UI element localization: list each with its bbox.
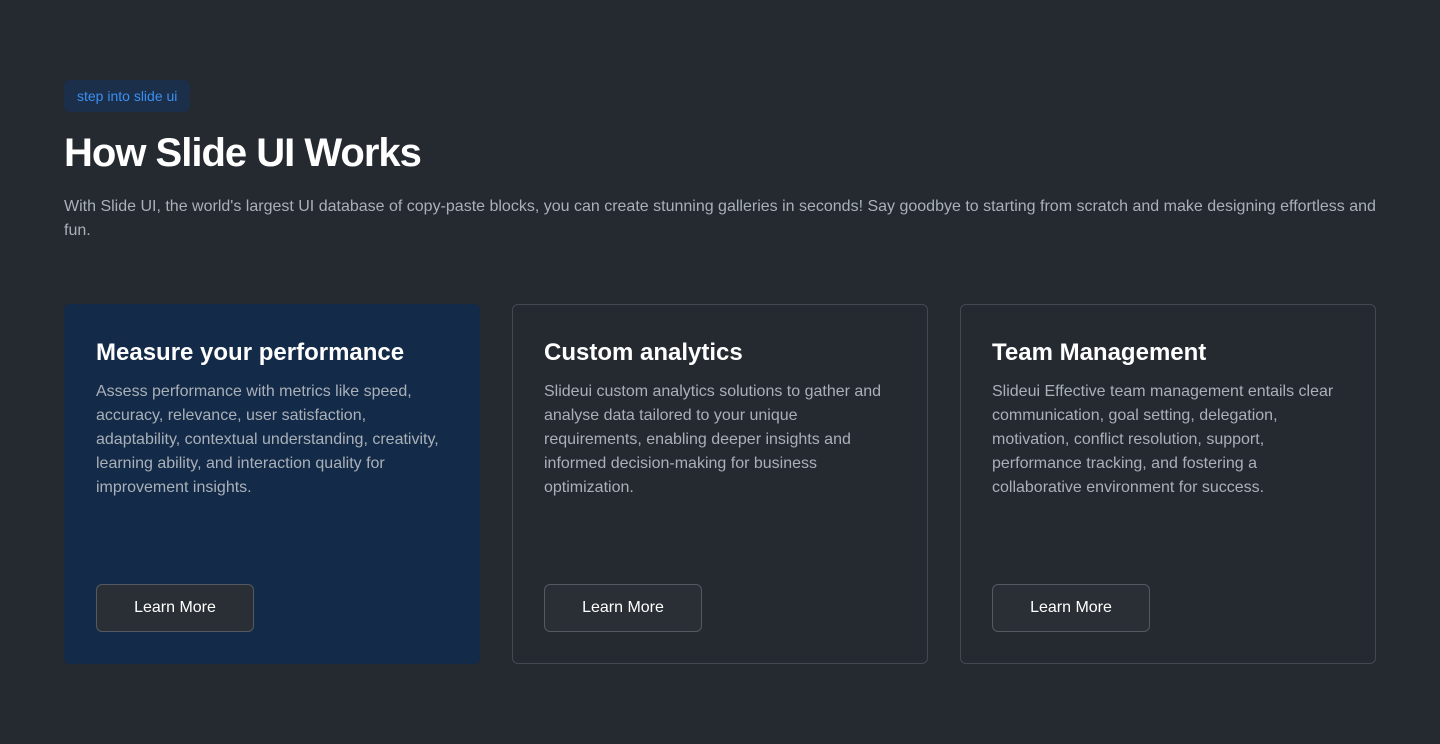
learn-more-button[interactable]: Learn More	[992, 584, 1150, 632]
card-title: Team Management	[992, 339, 1207, 366]
how-it-works-section: step into slide ui How Slide UI Works Wi…	[64, 80, 1376, 664]
card-description: Assess performance with metrics like spe…	[96, 383, 439, 496]
page-title: How Slide UI Works	[64, 131, 422, 175]
card-description: Slideui Effective team management entail…	[992, 383, 1334, 496]
card-custom-analytics: Custom analytics Slideui custom analytic…	[512, 304, 928, 664]
card-team-management: Team Management Slideui Effective team m…	[960, 304, 1376, 664]
learn-more-button[interactable]: Learn More	[96, 584, 254, 632]
card-title: Custom analytics	[544, 339, 743, 366]
card-description: Slideui custom analytics solutions to ga…	[544, 383, 882, 496]
card-measure-performance: Measure your performance Assess performa…	[64, 304, 480, 664]
feature-cards: Measure your performance Assess performa…	[64, 304, 1376, 664]
card-title: Measure your performance	[96, 339, 405, 366]
learn-more-button[interactable]: Learn More	[544, 584, 702, 632]
section-description: With Slide UI, the world's largest UI da…	[64, 198, 1376, 239]
section-badge: step into slide ui	[64, 80, 191, 112]
